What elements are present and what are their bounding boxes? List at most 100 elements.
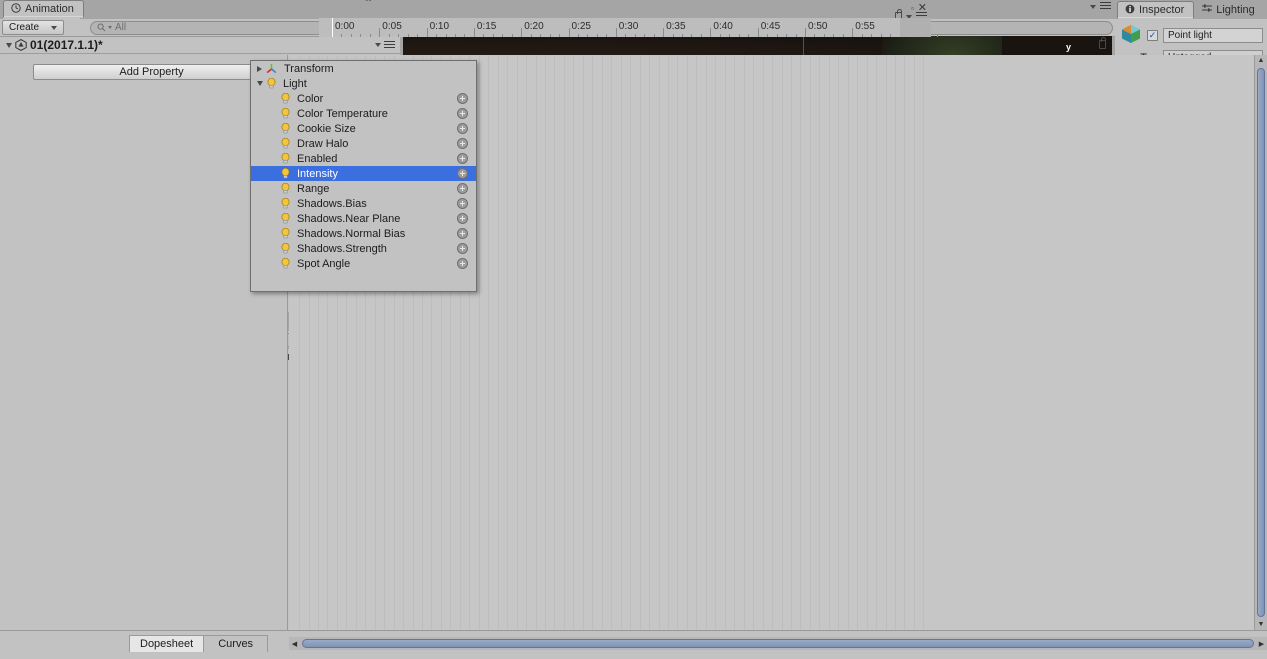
property-item[interactable]: Intensity <box>251 166 476 181</box>
chevron-down-icon[interactable] <box>1090 5 1096 9</box>
add-property-plus-icon[interactable] <box>457 108 468 119</box>
property-group-header[interactable]: Transform <box>251 61 476 76</box>
scene-window-buttons[interactable] <box>1090 2 1111 11</box>
scene-name: 01(2017.1.1)* <box>30 38 103 52</box>
inspector-tabbar: Inspector Lighting <box>1115 0 1267 19</box>
property-item-label: Color <box>297 93 323 105</box>
add-property-plus-icon[interactable] <box>457 258 468 269</box>
tab-animation[interactable]: Animation <box>3 0 84 18</box>
add-property-plus-icon[interactable] <box>457 228 468 239</box>
add-property-plus-icon[interactable] <box>457 93 468 104</box>
scroll-right-arrow[interactable]: ▶ <box>1256 637 1267 650</box>
ruler-tick <box>663 28 664 37</box>
tab-animation-label: Animation <box>25 3 74 15</box>
hierarchy-search-placeholder: All <box>115 22 126 33</box>
ruler-tick <box>616 28 617 37</box>
lighting-icon <box>1202 4 1212 16</box>
animation-property-pane: Add Property <box>0 55 288 630</box>
ruler-label: 0:05 <box>382 21 401 32</box>
ruler-tick <box>569 28 570 37</box>
dopesheet-gridline <box>640 55 641 630</box>
timeline-ruler[interactable]: 0:000:050:100:150:200:250:300:350:400:45… <box>319 18 931 37</box>
dopesheet-gridline <box>886 55 887 630</box>
property-item[interactable]: Spot Angle <box>251 256 476 271</box>
menu-icon[interactable] <box>1100 2 1111 11</box>
property-group-header[interactable]: Light <box>251 76 476 91</box>
dopesheet-gridline <box>829 55 830 630</box>
animation-footer-tabs: Dopesheet Curves <box>129 635 268 652</box>
add-property-plus-icon[interactable] <box>457 183 468 194</box>
ruler-minor-tick <box>644 34 645 37</box>
gizmo-lock-icon[interactable] <box>1099 40 1106 49</box>
property-item[interactable]: Shadows.Near Plane <box>251 211 476 226</box>
property-item-label: Shadows.Near Plane <box>297 213 400 225</box>
add-property-plus-icon[interactable] <box>457 168 468 179</box>
add-property-button[interactable]: Add Property <box>33 64 270 80</box>
tab-lighting[interactable]: Lighting <box>1194 1 1265 19</box>
tab-curves[interactable]: Curves <box>204 635 268 652</box>
property-item[interactable]: Enabled <box>251 151 476 166</box>
property-item[interactable]: Shadows.Normal Bias <box>251 226 476 241</box>
ruler-tick <box>521 28 522 37</box>
chevron-right-icon[interactable] <box>257 66 262 72</box>
ruler-minor-tick <box>417 34 418 37</box>
ruler-label: 0:25 <box>572 21 591 32</box>
dopesheet-gridline <box>848 55 849 630</box>
ruler-tick <box>474 28 475 37</box>
add-property-plus-icon[interactable] <box>457 153 468 164</box>
dopesheet-gridline <box>914 55 915 630</box>
animation-hscrollbar-thumb[interactable] <box>302 639 1254 648</box>
property-item[interactable]: Color <box>251 91 476 106</box>
object-enabled-checkbox[interactable]: ✓ <box>1147 30 1158 41</box>
animation-horizontal-scrollbar[interactable]: ◀ ▶ <box>289 637 1267 650</box>
scroll-up-arrow[interactable]: ▲ <box>1255 55 1267 66</box>
tab-dopesheet[interactable]: Dopesheet <box>129 635 204 652</box>
light-bulb-icon <box>281 108 290 119</box>
tab-inspector[interactable]: Inspector <box>1117 1 1194 19</box>
gizmo-axis-y-label: y <box>1066 42 1071 52</box>
property-item[interactable]: Shadows.Strength <box>251 241 476 256</box>
add-property-plus-icon[interactable] <box>457 123 468 134</box>
object-name-field[interactable]: Point light <box>1163 28 1263 43</box>
property-item-label: Shadows.Strength <box>297 243 387 255</box>
property-item-label: Range <box>297 183 329 195</box>
chevron-down-icon[interactable] <box>257 81 263 86</box>
chevron-down-icon[interactable] <box>375 43 381 47</box>
chevron-down-icon[interactable] <box>6 43 12 48</box>
scroll-down-arrow[interactable]: ▼ <box>1255 619 1267 630</box>
ruler-out-of-range <box>900 18 931 37</box>
unity-editor-window: Hierarchy Create All <box>0 0 1267 659</box>
property-item[interactable]: Range <box>251 181 476 196</box>
add-property-plus-icon[interactable] <box>457 243 468 254</box>
ruler-minor-tick <box>786 34 787 37</box>
ruler-label: 0:35 <box>666 21 685 32</box>
scroll-left-arrow[interactable]: ◀ <box>289 637 300 650</box>
ruler-label: 0:45 <box>761 21 780 32</box>
ruler-minor-tick <box>360 34 361 37</box>
property-item[interactable]: Draw Halo <box>251 136 476 151</box>
property-item[interactable]: Shadows.Bias <box>251 196 476 211</box>
property-group-label: Transform <box>284 63 334 75</box>
create-button[interactable]: Create <box>2 20 64 35</box>
dopesheet-gridline <box>857 55 858 630</box>
dopesheet-gridline <box>867 55 868 630</box>
animation-scrollbar-thumb[interactable] <box>1257 68 1265 617</box>
playhead-marker[interactable] <box>332 18 333 37</box>
ruler-minor-tick <box>767 34 768 37</box>
dopesheet-gridline <box>649 55 650 630</box>
animation-vertical-scrollbar[interactable]: ▲ ▼ <box>1254 55 1267 630</box>
add-property-plus-icon[interactable] <box>457 198 468 209</box>
property-item[interactable]: Cookie Size <box>251 121 476 136</box>
scene-root-row[interactable]: 01(2017.1.1)* <box>0 37 400 54</box>
info-icon <box>1125 4 1135 17</box>
scene-menu-icon[interactable] <box>384 41 395 50</box>
add-property-plus-icon[interactable] <box>457 213 468 224</box>
property-item[interactable]: Color Temperature <box>251 106 476 121</box>
ruler-minor-tick <box>748 34 749 37</box>
add-property-plus-icon[interactable] <box>457 138 468 149</box>
dopesheet-gridline <box>696 55 697 630</box>
ruler-minor-tick <box>843 34 844 37</box>
light-bulb-icon <box>281 228 290 239</box>
light-bulb-icon <box>281 168 290 179</box>
clock-icon <box>11 3 21 16</box>
